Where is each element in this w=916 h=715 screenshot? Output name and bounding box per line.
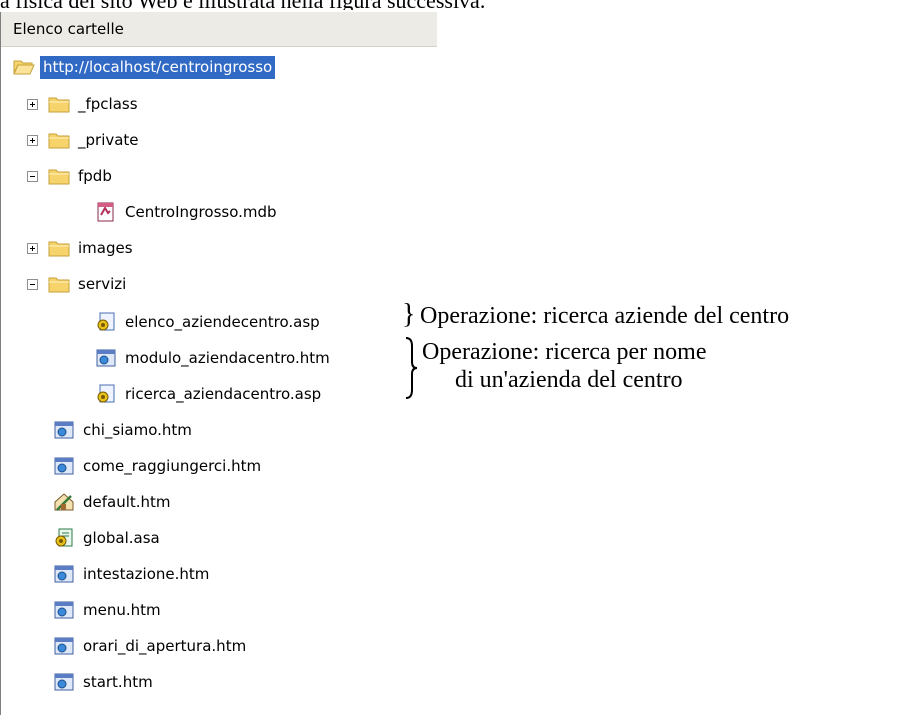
tree-item-global-asa[interactable]: global.asa	[53, 523, 163, 553]
tree-item-fpdb[interactable]: fpdb	[27, 161, 115, 191]
folder-icon	[48, 166, 70, 186]
annotation-op1: Operazione: ricerca aziende del centro	[420, 303, 790, 329]
folder-icon	[48, 274, 70, 294]
tree-item-label: images	[78, 238, 133, 257]
tree-item-chi-siamo[interactable]: chi_siamo.htm	[53, 415, 195, 445]
tree-item-centroingrosso-mdb[interactable]: CentroIngrosso.mdb	[95, 197, 280, 227]
tree-item-label: intestazione.htm	[83, 564, 210, 583]
database-file-icon	[95, 202, 117, 222]
tree-item-label: come_raggiungerci.htm	[83, 456, 262, 475]
collapse-icon[interactable]	[27, 170, 38, 182]
brace-icon	[405, 337, 418, 399]
html-file-icon	[95, 348, 117, 368]
tree-item-modulo-aziendacentro[interactable]: modulo_aziendacentro.htm	[95, 343, 333, 373]
tree-item-label: chi_siamo.htm	[83, 420, 192, 439]
tree-item-label: fpdb	[78, 166, 112, 185]
tree-item-start[interactable]: start.htm	[53, 667, 156, 697]
tree-item-fpclass[interactable]: _fpclass	[27, 89, 141, 119]
tree-item-label: start.htm	[83, 672, 153, 691]
brace-icon: }	[402, 299, 416, 330]
html-file-icon	[53, 564, 75, 584]
tree-item-label: orari_di_apertura.htm	[83, 636, 247, 655]
html-file-icon	[53, 636, 75, 656]
home-page-icon	[53, 492, 75, 512]
tree-item-intestazione[interactable]: intestazione.htm	[53, 559, 212, 589]
html-file-icon	[53, 600, 75, 620]
folder-icon	[48, 130, 70, 150]
tree-item-orari-di-apertura[interactable]: orari_di_apertura.htm	[53, 631, 249, 661]
tree-item-label: global.asa	[83, 528, 160, 547]
tree-item-come-raggiungerci[interactable]: come_raggiungerci.htm	[53, 451, 264, 481]
html-file-icon	[53, 456, 75, 476]
folder-list-panel: Elenco cartelle http://localhost/centroi…	[0, 12, 437, 715]
asp-file-icon	[95, 384, 117, 404]
tree-item-label: menu.htm	[83, 600, 161, 619]
annotation-op2-line1: Operazione: ricerca per nome	[422, 339, 707, 365]
tree-item-label: _private	[78, 130, 139, 149]
tree-item-label: servizi	[78, 274, 127, 293]
tree-item-ricerca-aziendacentro[interactable]: ricerca_aziendacentro.asp	[95, 379, 324, 409]
expand-icon[interactable]	[27, 98, 38, 110]
folder-tree: http://localhost/centroingrosso _fpclass…	[1, 12, 437, 715]
tree-item-label: _fpclass	[78, 94, 138, 113]
tree-item-label: CentroIngrosso.mdb	[125, 202, 277, 221]
tree-item-default[interactable]: default.htm	[53, 487, 174, 517]
tree-item-label: default.htm	[83, 492, 171, 511]
annotation-op2-line2: di un'azienda del centro	[455, 367, 683, 393]
folder-icon	[48, 238, 70, 258]
tree-item-label: elenco_aziendecentro.asp	[125, 312, 320, 331]
tree-root-label: http://localhost/centroingrosso	[40, 55, 276, 79]
tree-item-label: modulo_aziendacentro.htm	[125, 348, 330, 367]
expand-icon[interactable]	[27, 134, 38, 146]
folder-icon	[48, 94, 70, 114]
document-caption-cropped: a fisica del sito Web è illustrata nella…	[0, 0, 916, 10]
tree-item-images[interactable]: images	[27, 233, 136, 263]
expand-icon[interactable]	[27, 242, 38, 254]
collapse-icon[interactable]	[27, 278, 38, 290]
asp-file-icon	[95, 312, 117, 332]
tree-item-servizi[interactable]: servizi	[27, 269, 129, 299]
tree-root[interactable]: http://localhost/centroingrosso	[13, 52, 276, 82]
asa-file-icon	[53, 528, 75, 548]
folder-open-icon	[13, 57, 35, 77]
tree-item-private[interactable]: _private	[27, 125, 142, 155]
html-file-icon	[53, 672, 75, 692]
tree-item-menu[interactable]: menu.htm	[53, 595, 164, 625]
tree-item-elenco-aziendecentro[interactable]: elenco_aziendecentro.asp	[95, 307, 323, 337]
tree-item-label: ricerca_aziendacentro.asp	[125, 384, 322, 403]
html-file-icon	[53, 420, 75, 440]
